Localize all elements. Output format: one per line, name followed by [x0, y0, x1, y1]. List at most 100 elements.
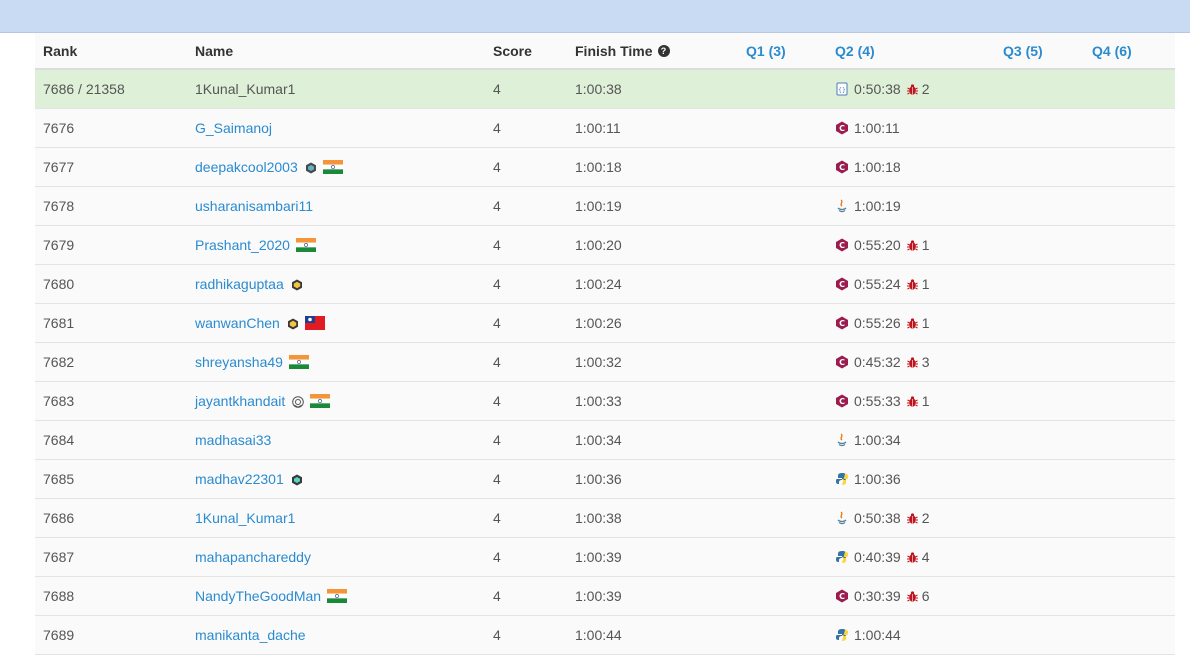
q2-cell: C 0:45:32 3	[835, 343, 930, 381]
name-cell: radhikaguptaa	[195, 265, 303, 303]
rank-cell: 7688	[43, 588, 75, 604]
question-circle-icon[interactable]: ?	[657, 44, 670, 57]
java-icon[interactable]	[835, 511, 849, 525]
username-link[interactable]: Prashant_2020	[195, 237, 290, 253]
q2-cell: C 0:55:20 1	[835, 226, 930, 264]
username-link[interactable]: usharanisambari11	[195, 198, 313, 214]
india-flag-icon	[295, 238, 316, 252]
username-link[interactable]: 1Kunal_Kumar1	[195, 510, 295, 526]
name-cell: G_Saimanoj	[195, 109, 272, 147]
score-cell: 4	[493, 471, 501, 487]
wrong-submissions-count: 1	[921, 315, 930, 331]
name-cell: manikanta_dache	[195, 616, 306, 654]
username-link[interactable]: madhasai33	[195, 432, 271, 448]
score-cell: 4	[493, 198, 501, 214]
rank-cell: 7682	[43, 354, 75, 370]
svg-text:C: C	[839, 280, 845, 289]
name-cell: madhav22301	[195, 460, 303, 498]
cpp-icon[interactable]: C	[835, 394, 849, 408]
username-link[interactable]: NandyTheGoodMan	[195, 588, 321, 604]
score-cell: 4	[493, 159, 501, 175]
cpp-icon[interactable]: C	[835, 589, 849, 603]
finish-time-cell: 1:00:26	[575, 315, 622, 331]
username-link: 1Kunal_Kumar1	[195, 81, 296, 97]
q2-time: 1:00:18	[854, 159, 901, 175]
q2-cell: C 0:55:33 1	[835, 382, 930, 420]
guardian-badge-icon	[291, 278, 303, 291]
username-link[interactable]: wanwanChen	[195, 315, 280, 331]
cpp-icon[interactable]: C	[835, 238, 849, 252]
rank-header: Rank	[43, 42, 78, 59]
bug-icon	[906, 590, 919, 603]
q2-time: 0:55:26	[854, 315, 901, 331]
top-bar	[0, 0, 1190, 33]
india-flag-icon	[322, 160, 343, 174]
svg-text:C: C	[839, 592, 845, 601]
table-row: 7677 deepakcool2003 4 1:00:18 C 1:00:18	[35, 148, 1175, 187]
finish-time-cell: 1:00:38	[575, 81, 622, 97]
wrong-submissions-count: 1	[921, 393, 930, 409]
india-flag-icon	[288, 355, 309, 369]
finish-time-cell: 1:00:24	[575, 276, 622, 292]
svg-text:C: C	[839, 358, 845, 367]
username-link[interactable]: G_Saimanoj	[195, 120, 272, 136]
rank-cell: 7687	[43, 549, 75, 565]
python-icon[interactable]	[835, 628, 849, 642]
rank-cell: 7686 / 21358	[43, 81, 125, 97]
bug-icon	[906, 395, 919, 408]
finish-time-cell: 1:00:11	[575, 120, 621, 136]
score-cell: 4	[493, 627, 501, 643]
finish-time-cell: 1:00:36	[575, 471, 622, 487]
q1-header[interactable]: Q1 (3)	[746, 33, 786, 68]
q4-header[interactable]: Q4 (6)	[1092, 33, 1132, 68]
username-link[interactable]: jayantkhandait	[195, 393, 285, 409]
bug-icon	[906, 239, 919, 252]
current-user-row: 7686 / 21358 1Kunal_Kumar1 4 1:00:38 {} 0:50:…	[35, 70, 1175, 109]
finish-time-cell: 1:00:39	[575, 549, 622, 565]
score-cell: 4	[493, 315, 501, 331]
rank-cell: 7681	[43, 315, 75, 331]
bug-icon	[906, 317, 919, 330]
q2-header[interactable]: Q2 (4)	[835, 33, 875, 68]
table-row: 7689 manikanta_dache 4 1:00:44 1:00:44	[35, 616, 1175, 655]
python-icon[interactable]	[835, 550, 849, 564]
finish-time-header: Finish Time ?	[575, 33, 670, 68]
score-cell: 4	[493, 510, 501, 526]
java-file-icon[interactable]: {}	[835, 82, 849, 96]
username-link[interactable]: madhav22301	[195, 471, 284, 487]
username-link[interactable]: deepakcool2003	[195, 159, 298, 175]
score-cell: 4	[493, 120, 501, 136]
cpp-icon[interactable]: C	[835, 355, 849, 369]
q2-time: 0:50:38	[854, 510, 901, 526]
finish-time-label: Finish Time	[575, 42, 653, 59]
cpp-icon[interactable]: C	[835, 316, 849, 330]
cpp-icon[interactable]: C	[835, 160, 849, 174]
table-row: 7681 wanwanChen 4 1:00:26 C 0:55:26 1	[35, 304, 1175, 343]
wrong-submissions-count: 2	[921, 510, 930, 526]
q2-time: 1:00:34	[854, 432, 901, 448]
cpp-icon[interactable]: C	[835, 277, 849, 291]
username-link[interactable]: shreyansha49	[195, 354, 283, 370]
finish-time-cell: 1:00:39	[575, 588, 622, 604]
username-link[interactable]: radhikaguptaa	[195, 276, 284, 292]
java-icon[interactable]	[835, 199, 849, 213]
cpp-icon[interactable]: C	[835, 121, 849, 135]
username-link[interactable]: mahapanchareddy	[195, 549, 311, 565]
name-cell: shreyansha49	[195, 343, 309, 381]
table-row: 7682 shreyansha49 4 1:00:32 C 0:45:32 3	[35, 343, 1175, 382]
name-cell: usharanisambari11	[195, 187, 313, 225]
q2-time: 0:45:32	[854, 354, 901, 370]
svg-text:{}: {}	[838, 87, 846, 94]
table-row: 7688 NandyTheGoodMan 4 1:00:39 C 0:30:39 6	[35, 577, 1175, 616]
finish-time-cell: 1:00:19	[575, 198, 622, 214]
knight-badge-icon	[305, 161, 317, 174]
java-icon[interactable]	[835, 433, 849, 447]
python-icon[interactable]	[835, 472, 849, 486]
rank-cell: 7686	[43, 510, 75, 526]
username-link[interactable]: manikanta_dache	[195, 627, 306, 643]
q2-cell: 1:00:19	[835, 187, 901, 225]
score-cell: 4	[493, 588, 501, 604]
bug-icon	[906, 278, 919, 291]
q2-cell: 1:00:34	[835, 421, 901, 459]
q3-header[interactable]: Q3 (5)	[1003, 33, 1043, 68]
